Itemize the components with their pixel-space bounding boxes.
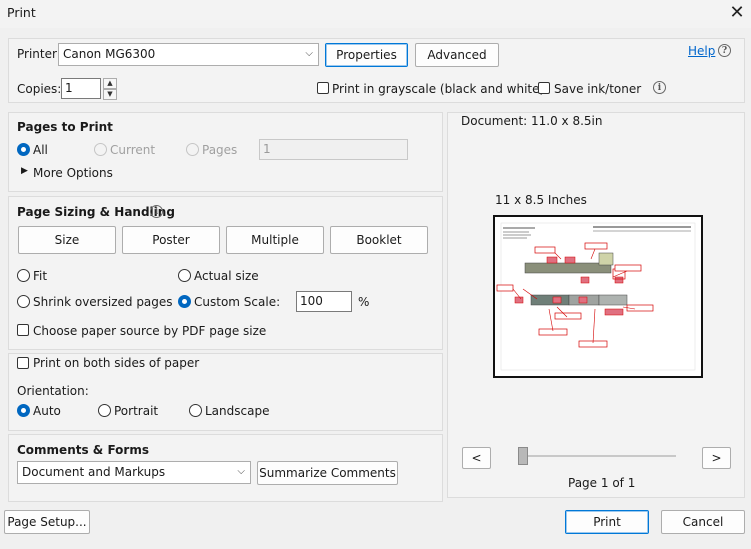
- cancel-button[interactable]: Cancel: [661, 510, 745, 534]
- portrait-label[interactable]: Portrait: [114, 404, 158, 418]
- paper-size-label: 11 x 8.5 Inches: [495, 193, 587, 207]
- actual-size-label[interactable]: Actual size: [194, 269, 259, 283]
- landscape-radio[interactable]: [189, 404, 202, 417]
- custom-scale-input[interactable]: 100: [296, 291, 352, 312]
- all-pages-radio[interactable]: [17, 143, 30, 156]
- shrink-oversized-radio[interactable]: [17, 295, 30, 308]
- auto-orientation-label[interactable]: Auto: [33, 404, 61, 418]
- fit-label[interactable]: Fit: [33, 269, 47, 283]
- comments-forms-selected-value: Document and Markups: [22, 465, 166, 479]
- copies-input[interactable]: 1: [61, 78, 101, 99]
- help-question-icon[interactable]: ?: [718, 44, 731, 57]
- pages-range-label[interactable]: Pages: [202, 143, 237, 157]
- current-page-label[interactable]: Current: [110, 143, 155, 157]
- title-bar: [0, 0, 751, 28]
- window-title: Print: [7, 5, 36, 20]
- next-page-button[interactable]: >: [702, 447, 731, 469]
- paper-source-checkbox[interactable]: [17, 324, 29, 336]
- save-ink-label[interactable]: Save ink/toner: [554, 82, 641, 96]
- shrink-oversized-label[interactable]: Shrink oversized pages: [33, 295, 173, 309]
- printer-label: Printer:: [17, 47, 61, 61]
- page-status: Page 1 of 1: [568, 476, 636, 490]
- landscape-label[interactable]: Landscape: [205, 404, 269, 418]
- page-sizing-info-icon[interactable]: i: [150, 205, 163, 218]
- paper-source-label[interactable]: Choose paper source by PDF page size: [33, 324, 266, 338]
- actual-size-radio[interactable]: [178, 269, 191, 282]
- pages-range-radio[interactable]: [186, 143, 199, 156]
- previous-page-button[interactable]: <: [462, 447, 491, 469]
- portrait-radio[interactable]: [98, 404, 111, 417]
- booklet-tab[interactable]: Booklet: [330, 226, 428, 254]
- page-setup-button[interactable]: Page Setup...: [4, 510, 90, 534]
- page-preview: [493, 215, 703, 378]
- page-slider-thumb[interactable]: [518, 447, 528, 465]
- both-sides-checkbox[interactable]: [17, 357, 29, 369]
- page-slider-track[interactable]: [519, 455, 676, 457]
- printer-selected-value: Canon MG6300: [63, 47, 156, 61]
- more-options-toggle[interactable]: More Options: [33, 166, 113, 180]
- document-size-label: Document: 11.0 x 8.5in: [461, 114, 603, 128]
- copies-label: Copies:: [17, 82, 62, 96]
- fit-radio[interactable]: [17, 269, 30, 282]
- page-thumbnail-image: [496, 222, 696, 371]
- comments-forms-select[interactable]: Document and Markups ⌵: [17, 461, 251, 484]
- chevron-down-icon: ⌵: [305, 48, 313, 59]
- copies-up-icon[interactable]: ▲: [103, 78, 117, 89]
- grayscale-label[interactable]: Print in grayscale (black and white): [332, 82, 544, 96]
- info-icon[interactable]: i: [653, 81, 666, 94]
- percent-symbol: %: [358, 295, 370, 309]
- all-pages-label[interactable]: All: [33, 143, 48, 157]
- print-button[interactable]: Print: [565, 510, 649, 534]
- expand-triangle-icon[interactable]: ▶: [21, 166, 28, 176]
- auto-orientation-radio[interactable]: [17, 404, 30, 417]
- size-tab[interactable]: Size: [18, 226, 116, 254]
- help-link[interactable]: Help: [688, 44, 715, 58]
- printer-select[interactable]: Canon MG6300 ⌵: [58, 43, 319, 66]
- current-page-radio[interactable]: [94, 143, 107, 156]
- orientation-label: Orientation:: [17, 384, 89, 398]
- chevron-down-icon: ⌵: [237, 466, 245, 477]
- copies-down-icon[interactable]: ▼: [103, 89, 117, 100]
- custom-scale-label[interactable]: Custom Scale:: [194, 295, 280, 309]
- save-ink-checkbox[interactable]: [538, 82, 550, 94]
- grayscale-checkbox[interactable]: [317, 82, 329, 94]
- custom-scale-radio[interactable]: [178, 295, 191, 308]
- advanced-button[interactable]: Advanced: [415, 43, 499, 67]
- both-sides-label[interactable]: Print on both sides of paper: [33, 356, 199, 370]
- comments-forms-title: Comments & Forms: [17, 443, 149, 457]
- pages-to-print-title: Pages to Print: [17, 120, 113, 134]
- poster-tab[interactable]: Poster: [122, 226, 220, 254]
- pages-range-input[interactable]: 1: [259, 139, 408, 160]
- multiple-tab[interactable]: Multiple: [226, 226, 324, 254]
- summarize-comments-button[interactable]: Summarize Comments: [257, 461, 398, 485]
- properties-button[interactable]: Properties: [325, 43, 408, 67]
- close-icon[interactable]: ✕: [725, 2, 749, 26]
